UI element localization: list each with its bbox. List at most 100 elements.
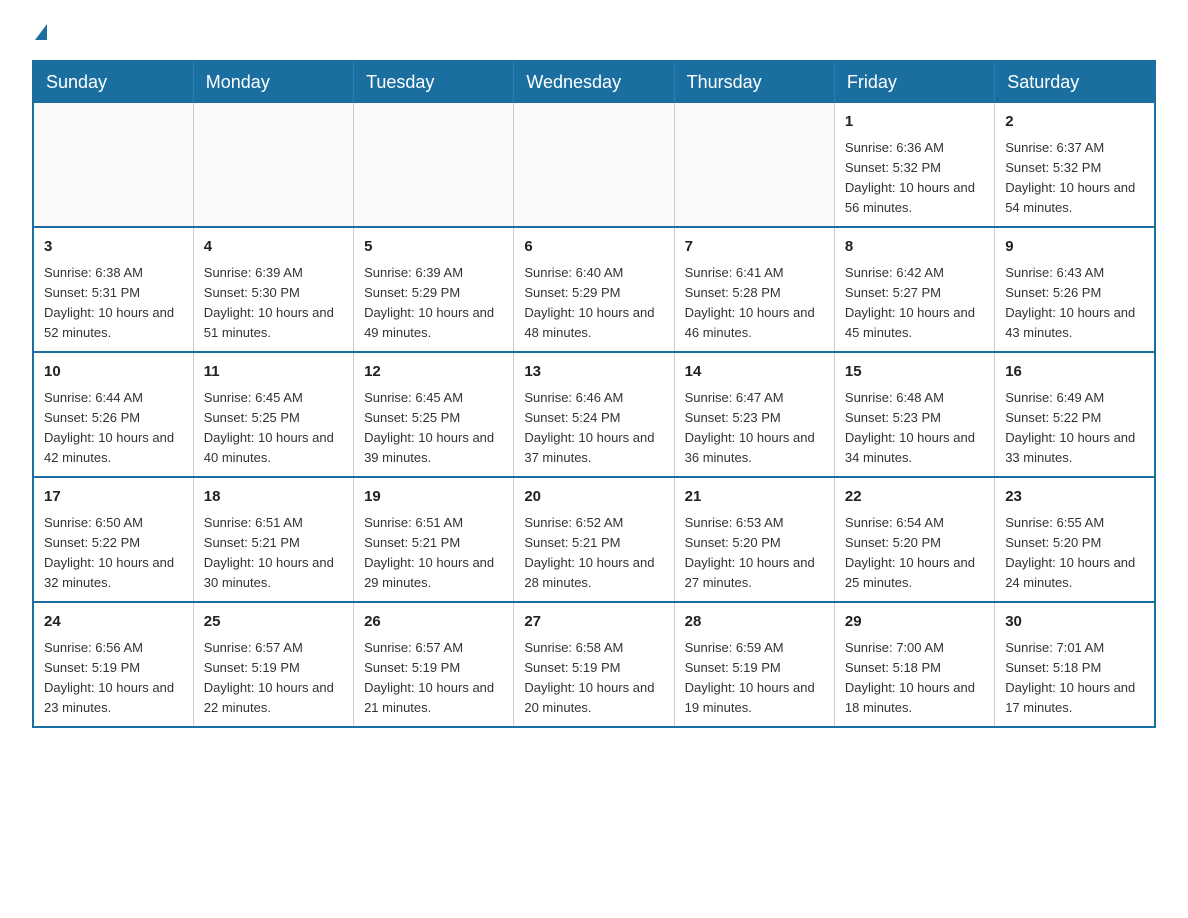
day-number: 26: [364, 611, 503, 634]
day-info: Sunrise: 6:44 AM Sunset: 5:26 PM Dayligh…: [44, 388, 183, 469]
day-number: 8: [845, 236, 984, 259]
day-number: 25: [204, 611, 343, 634]
day-number: 17: [44, 486, 183, 509]
day-number: 30: [1005, 611, 1144, 634]
calendar-cell: 20 Sunrise: 6:52 AM Sunset: 5:21 PM Dayli…: [514, 477, 674, 602]
calendar-header-row: SundayMondayTuesdayWednesdayThursdayFrid…: [33, 61, 1155, 103]
day-number: 15: [845, 361, 984, 384]
day-number: 4: [204, 236, 343, 259]
day-number: 7: [685, 236, 824, 259]
calendar-cell: 26Sunrise: 6:57 AM Sunset: 5:19 PM Dayli…: [354, 602, 514, 727]
day-info: Sunrise: 6:39 AM Sunset: 5:30 PM Dayligh…: [204, 263, 343, 344]
calendar-week-row-3: 10 Sunrise: 6:44 AM Sunset: 5:26 PM Dayli…: [33, 352, 1155, 477]
calendar-cell: 8 Sunrise: 6:42 AM Sunset: 5:27 PM Daylig…: [834, 227, 994, 352]
day-number: 3: [44, 236, 183, 259]
day-info: Sunrise: 6:40 AM Sunset: 5:29 PM Dayligh…: [524, 263, 663, 344]
day-number: 19: [364, 486, 503, 509]
day-number: 13: [524, 361, 663, 384]
day-info: Sunrise: 6:45 AM Sunset: 5:25 PM Dayligh…: [364, 388, 503, 469]
day-number: 1: [845, 111, 984, 134]
calendar-cell: 5 Sunrise: 6:39 AM Sunset: 5:29 PM Daylig…: [354, 227, 514, 352]
calendar-cell: 16 Sunrise: 6:49 AM Sunset: 5:22 PM Dayli…: [995, 352, 1155, 477]
day-number: 20: [524, 486, 663, 509]
calendar-cell: 30Sunrise: 7:01 AM Sunset: 5:18 PM Dayli…: [995, 602, 1155, 727]
calendar-cell: 22Sunrise: 6:54 AM Sunset: 5:20 PM Dayli…: [834, 477, 994, 602]
day-info: Sunrise: 6:47 AM Sunset: 5:23 PM Dayligh…: [685, 388, 824, 469]
calendar-cell: 24 Sunrise: 6:56 AM Sunset: 5:19 PM Dayli…: [33, 602, 193, 727]
calendar-cell: 2Sunrise: 6:37 AM Sunset: 5:32 PM Daylig…: [995, 103, 1155, 227]
calendar-cell: 11 Sunrise: 6:45 AM Sunset: 5:25 PM Dayli…: [193, 352, 353, 477]
col-header-thursday: Thursday: [674, 61, 834, 103]
day-info: Sunrise: 6:57 AM Sunset: 5:19 PM Dayligh…: [204, 638, 343, 719]
calendar-cell: 23 Sunrise: 6:55 AM Sunset: 5:20 PM Dayli…: [995, 477, 1155, 602]
calendar-cell: 18 Sunrise: 6:51 AM Sunset: 5:21 PM Dayli…: [193, 477, 353, 602]
day-info: Sunrise: 6:52 AM Sunset: 5:21 PM Dayligh…: [524, 513, 663, 594]
day-info: Sunrise: 6:48 AM Sunset: 5:23 PM Dayligh…: [845, 388, 984, 469]
day-info: Sunrise: 6:51 AM Sunset: 5:21 PM Dayligh…: [364, 513, 503, 594]
calendar-table: SundayMondayTuesdayWednesdayThursdayFrid…: [32, 60, 1156, 728]
day-info: Sunrise: 6:58 AM Sunset: 5:19 PM Dayligh…: [524, 638, 663, 719]
day-info: Sunrise: 6:50 AM Sunset: 5:22 PM Dayligh…: [44, 513, 183, 594]
day-number: 18: [204, 486, 343, 509]
day-number: 24: [44, 611, 183, 634]
day-number: 5: [364, 236, 503, 259]
calendar-cell: 28 Sunrise: 6:59 AM Sunset: 5:19 PM Dayli…: [674, 602, 834, 727]
calendar-cell: [193, 103, 353, 227]
day-number: 23: [1005, 486, 1144, 509]
logo-text: [32, 24, 47, 42]
day-info: Sunrise: 6:54 AM Sunset: 5:20 PM Dayligh…: [845, 513, 984, 594]
day-info: Sunrise: 6:59 AM Sunset: 5:19 PM Dayligh…: [685, 638, 824, 719]
day-info: Sunrise: 6:38 AM Sunset: 5:31 PM Dayligh…: [44, 263, 183, 344]
calendar-cell: 13 Sunrise: 6:46 AM Sunset: 5:24 PM Dayli…: [514, 352, 674, 477]
day-number: 10: [44, 361, 183, 384]
calendar-cell: 6 Sunrise: 6:40 AM Sunset: 5:29 PM Daylig…: [514, 227, 674, 352]
calendar-cell: 10 Sunrise: 6:44 AM Sunset: 5:26 PM Dayli…: [33, 352, 193, 477]
day-number: 27: [524, 611, 663, 634]
calendar-cell: 21 Sunrise: 6:53 AM Sunset: 5:20 PM Dayli…: [674, 477, 834, 602]
col-header-wednesday: Wednesday: [514, 61, 674, 103]
day-info: Sunrise: 6:36 AM Sunset: 5:32 PM Dayligh…: [845, 138, 984, 219]
logo-triangle-icon: [35, 24, 47, 40]
day-info: Sunrise: 6:51 AM Sunset: 5:21 PM Dayligh…: [204, 513, 343, 594]
day-info: Sunrise: 6:42 AM Sunset: 5:27 PM Dayligh…: [845, 263, 984, 344]
col-header-sunday: Sunday: [33, 61, 193, 103]
day-info: Sunrise: 6:39 AM Sunset: 5:29 PM Dayligh…: [364, 263, 503, 344]
calendar-week-row-1: 1 Sunrise: 6:36 AM Sunset: 5:32 PM Daylig…: [33, 103, 1155, 227]
day-info: Sunrise: 6:45 AM Sunset: 5:25 PM Dayligh…: [204, 388, 343, 469]
day-number: 14: [685, 361, 824, 384]
calendar-cell: 19 Sunrise: 6:51 AM Sunset: 5:21 PM Dayli…: [354, 477, 514, 602]
day-info: Sunrise: 6:55 AM Sunset: 5:20 PM Dayligh…: [1005, 513, 1144, 594]
calendar-cell: [354, 103, 514, 227]
col-header-friday: Friday: [834, 61, 994, 103]
day-number: 28: [685, 611, 824, 634]
calendar-week-row-4: 17 Sunrise: 6:50 AM Sunset: 5:22 PM Dayli…: [33, 477, 1155, 602]
col-header-saturday: Saturday: [995, 61, 1155, 103]
calendar-cell: 9 Sunrise: 6:43 AM Sunset: 5:26 PM Daylig…: [995, 227, 1155, 352]
calendar-cell: 15 Sunrise: 6:48 AM Sunset: 5:23 PM Dayli…: [834, 352, 994, 477]
day-number: 21: [685, 486, 824, 509]
day-number: 9: [1005, 236, 1144, 259]
calendar-cell: [33, 103, 193, 227]
day-info: Sunrise: 6:53 AM Sunset: 5:20 PM Dayligh…: [685, 513, 824, 594]
day-number: 11: [204, 361, 343, 384]
header: [32, 24, 1156, 40]
col-header-monday: Monday: [193, 61, 353, 103]
day-info: Sunrise: 6:49 AM Sunset: 5:22 PM Dayligh…: [1005, 388, 1144, 469]
day-number: 2: [1005, 111, 1144, 134]
calendar-cell: 27 Sunrise: 6:58 AM Sunset: 5:19 PM Dayli…: [514, 602, 674, 727]
day-info: Sunrise: 6:56 AM Sunset: 5:19 PM Dayligh…: [44, 638, 183, 719]
day-number: 12: [364, 361, 503, 384]
day-info: Sunrise: 6:41 AM Sunset: 5:28 PM Dayligh…: [685, 263, 824, 344]
day-info: Sunrise: 6:46 AM Sunset: 5:24 PM Dayligh…: [524, 388, 663, 469]
calendar-cell: 12 Sunrise: 6:45 AM Sunset: 5:25 PM Dayli…: [354, 352, 514, 477]
day-number: 6: [524, 236, 663, 259]
calendar-cell: [674, 103, 834, 227]
calendar-cell: 1 Sunrise: 6:36 AM Sunset: 5:32 PM Daylig…: [834, 103, 994, 227]
day-info: Sunrise: 7:00 AM Sunset: 5:18 PM Dayligh…: [845, 638, 984, 719]
calendar-cell: 25 Sunrise: 6:57 AM Sunset: 5:19 PM Dayli…: [193, 602, 353, 727]
calendar-cell: 17 Sunrise: 6:50 AM Sunset: 5:22 PM Dayli…: [33, 477, 193, 602]
day-info: Sunrise: 6:43 AM Sunset: 5:26 PM Dayligh…: [1005, 263, 1144, 344]
calendar-cell: [514, 103, 674, 227]
day-number: 16: [1005, 361, 1144, 384]
calendar-cell: 14 Sunrise: 6:47 AM Sunset: 5:23 PM Dayli…: [674, 352, 834, 477]
